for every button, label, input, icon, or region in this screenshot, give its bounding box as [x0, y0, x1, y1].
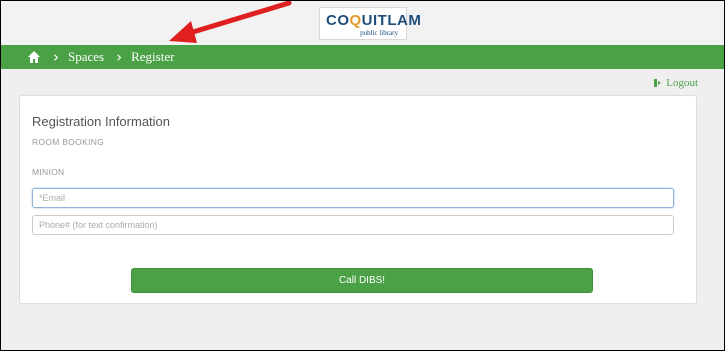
logout-label: Logout — [666, 77, 698, 89]
chevron-right-icon: › — [53, 48, 59, 66]
logout-link[interactable]: Logout — [654, 77, 698, 89]
home-icon[interactable] — [27, 50, 41, 64]
logo-wordmark: COQUITLAM — [326, 12, 422, 29]
logo-subtitle: public library — [360, 29, 398, 37]
chevron-right-icon: › — [116, 48, 123, 66]
room-name-label: MINION — [32, 167, 65, 177]
library-logo[interactable]: COQUITLAM public library — [319, 7, 421, 40]
call-dibs-button[interactable]: Call DIBS! — [131, 268, 593, 293]
phone-field[interactable] — [32, 215, 674, 235]
email-field[interactable] — [32, 188, 674, 208]
breadcrumb-register[interactable]: Register — [131, 49, 174, 65]
top-header: COQUITLAM public library — [1, 1, 724, 45]
booking-type-label: ROOM BOOKING — [32, 137, 105, 147]
registration-panel: Registration Information ROOM BOOKING MI… — [19, 95, 697, 304]
annotation-arrow-icon — [169, 1, 292, 43]
breadcrumb: › Spaces › Register — [1, 45, 724, 69]
logout-icon — [654, 79, 662, 87]
breadcrumb-spaces[interactable]: Spaces — [68, 49, 104, 65]
form-title: Registration Information — [32, 114, 171, 129]
